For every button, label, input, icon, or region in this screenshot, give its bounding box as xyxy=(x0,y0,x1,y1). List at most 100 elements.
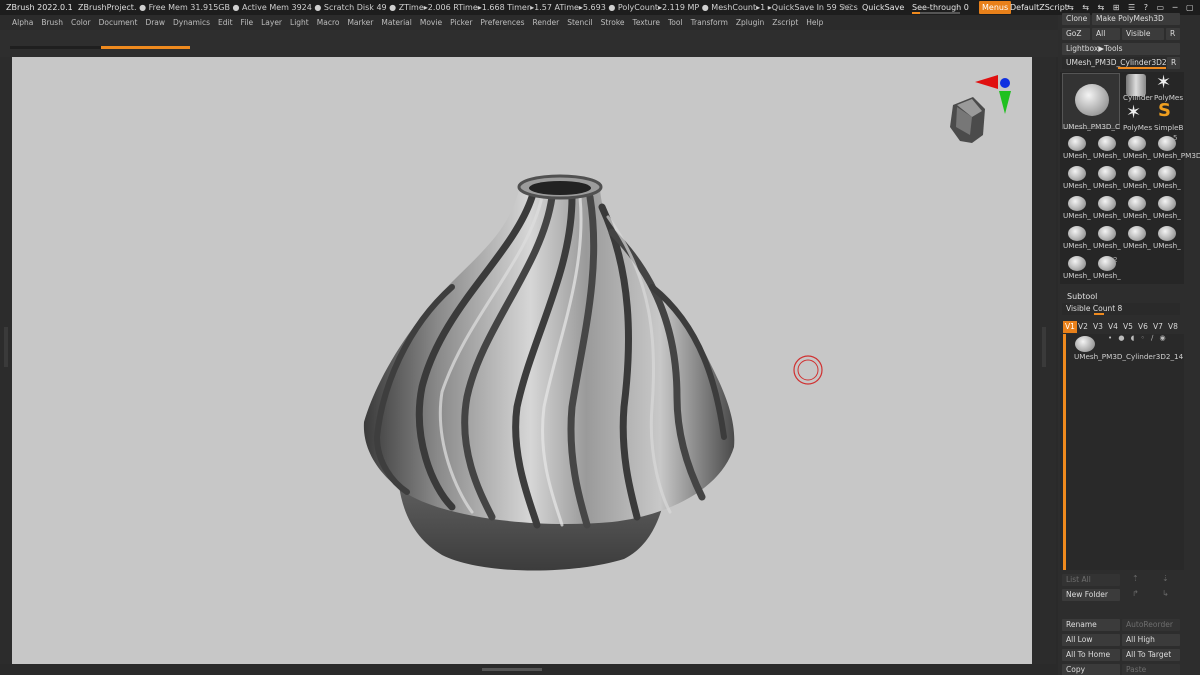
menu-edit[interactable]: Edit xyxy=(218,15,233,30)
quicksave-button[interactable]: QuickSave xyxy=(862,0,904,15)
tool-thumb[interactable]: UMesh_ xyxy=(1063,134,1092,163)
see-through-slider[interactable]: See-through 0 xyxy=(912,0,974,15)
menu-macro[interactable]: Macro xyxy=(317,15,340,30)
list-all-button[interactable]: List All xyxy=(1062,574,1120,586)
menu-brush[interactable]: Brush xyxy=(41,15,63,30)
autoreorder-button[interactable]: AutoReorder xyxy=(1122,619,1180,631)
left-tray[interactable] xyxy=(0,57,12,667)
menu-tool[interactable]: Tool xyxy=(668,15,683,30)
visible-tab-v3[interactable]: V3 xyxy=(1093,321,1103,333)
menu-render[interactable]: Render xyxy=(533,15,560,30)
visible-tab-v1[interactable]: V1 xyxy=(1063,321,1077,333)
star-icon[interactable]: ✶ xyxy=(1126,102,1141,123)
visible-tab-v6[interactable]: V6 xyxy=(1138,321,1148,333)
left-tray-grip[interactable] xyxy=(4,327,8,367)
menu-zscript[interactable]: Zscript xyxy=(772,15,798,30)
paste-button[interactable]: Paste xyxy=(1122,664,1180,675)
menu-texture[interactable]: Texture xyxy=(633,15,660,30)
all-to-home-button[interactable]: All To Home xyxy=(1062,649,1120,661)
visible-tab-v8[interactable]: V8 xyxy=(1168,321,1178,333)
menu-help[interactable]: Help xyxy=(806,15,823,30)
menu-picker[interactable]: Picker xyxy=(450,15,472,30)
tool-thumb[interactable]: UMesh_ xyxy=(1093,224,1122,253)
visible-tab-v4[interactable]: V4 xyxy=(1108,321,1118,333)
menu-preferences[interactable]: Preferences xyxy=(480,15,524,30)
menu-stencil[interactable]: Stencil xyxy=(567,15,592,30)
ac-button[interactable]: AC xyxy=(841,0,852,15)
lightbox-tools-button[interactable]: Lightbox▶Tools xyxy=(1062,43,1180,55)
gizmo-x-axis[interactable] xyxy=(975,75,998,89)
tool-thumb[interactable]: UMesh_ xyxy=(1093,134,1122,163)
menu-alpha[interactable]: Alpha xyxy=(12,15,33,30)
vase-model[interactable] xyxy=(363,174,735,571)
document-canvas[interactable] xyxy=(12,57,1032,664)
bottom-tray-grip[interactable] xyxy=(482,668,542,671)
rename-button[interactable]: Rename xyxy=(1062,619,1120,631)
move-up-icon[interactable]: ↱ xyxy=(1132,589,1139,598)
tool-thumb[interactable]: UMesh_ xyxy=(1093,254,1122,283)
visible-tab-v5[interactable]: V5 xyxy=(1123,321,1133,333)
star-icon[interactable]: ✶ xyxy=(1156,72,1171,93)
tool-thumb[interactable]: UMesh_ xyxy=(1123,134,1152,163)
tool-thumb[interactable]: UMesh_ xyxy=(1093,164,1122,193)
make-polymesh-button[interactable]: Make PolyMesh3D xyxy=(1092,13,1180,25)
right-tray[interactable] xyxy=(1032,57,1056,667)
all-to-target-button[interactable]: All To Target xyxy=(1122,649,1180,661)
simplebrush-icon[interactable]: S xyxy=(1158,100,1171,121)
menu-material[interactable]: Material xyxy=(381,15,411,30)
gizmo-y-axis[interactable] xyxy=(999,91,1011,114)
arrow-down-icon[interactable]: ⇣ xyxy=(1162,574,1169,583)
menu-layer[interactable]: Layer xyxy=(261,15,282,30)
goz-r-button[interactable]: R xyxy=(1166,28,1180,40)
menus-toggle[interactable]: Menus xyxy=(979,1,1012,14)
menu-stroke[interactable]: Stroke xyxy=(601,15,625,30)
menu-draw[interactable]: Draw xyxy=(145,15,165,30)
arrow-up-icon[interactable]: ⇡ xyxy=(1132,574,1139,583)
menu-color[interactable]: Color xyxy=(71,15,91,30)
tool-thumb[interactable]: UMesh_ xyxy=(1123,194,1152,223)
bottom-tray[interactable] xyxy=(0,664,1060,675)
goz-button[interactable]: GoZ xyxy=(1062,28,1090,40)
visible-tab-v7[interactable]: V7 xyxy=(1153,321,1163,333)
menu-file[interactable]: File xyxy=(241,15,254,30)
canvas-viewport[interactable] xyxy=(12,57,1032,664)
menu-movie[interactable]: Movie xyxy=(420,15,442,30)
tool-thumb[interactable]: UMesh_ xyxy=(1063,224,1092,253)
menu-document[interactable]: Document xyxy=(99,15,138,30)
subtool-item-name[interactable]: UMesh_PM3D_Cylinder3D2_14 xyxy=(1074,352,1183,361)
subtool-visibility-icons[interactable]: • ● ◖ ◦ ∕ ◉ xyxy=(1108,334,1168,342)
all-low-button[interactable]: All Low xyxy=(1062,634,1120,646)
new-folder-button[interactable]: New Folder xyxy=(1062,589,1120,601)
current-tool-r[interactable]: R xyxy=(1167,57,1180,69)
goz-visible-button[interactable]: Visible xyxy=(1122,28,1164,40)
move-down-icon[interactable]: ↳ xyxy=(1162,589,1169,598)
all-high-button[interactable]: All High xyxy=(1122,634,1180,646)
tool-thumb[interactable]: UMesh_ xyxy=(1153,224,1182,253)
menu-marker[interactable]: Marker xyxy=(347,15,373,30)
default-zscript-button[interactable]: DefaultZScript xyxy=(1010,0,1068,15)
menu-dynamics[interactable]: Dynamics xyxy=(173,15,210,30)
navigation-gizmo[interactable] xyxy=(950,75,1011,143)
subtool-list[interactable]: • ● ◖ ◦ ∕ ◉ UMesh_PM3D_Cylinder3D2_14 xyxy=(1060,334,1184,570)
see-through-track[interactable] xyxy=(912,12,960,14)
right-tray-grip[interactable] xyxy=(1042,327,1046,367)
goz-all-button[interactable]: All xyxy=(1092,28,1120,40)
tool-thumb[interactable]: UMesh_ xyxy=(1063,164,1092,193)
menu-transform[interactable]: Transform xyxy=(691,15,728,30)
tool-thumb[interactable]: UMesh_ xyxy=(1063,254,1092,283)
visible-tab-v2[interactable]: V2 xyxy=(1078,321,1088,333)
visible-count-slider[interactable]: Visible Count 8 xyxy=(1062,303,1180,315)
gizmo-z-axis[interactable] xyxy=(1000,78,1010,88)
tool-slider-fill[interactable] xyxy=(1118,67,1166,69)
tool-thumb[interactable]: UMesh_ xyxy=(1153,164,1182,193)
menu-light[interactable]: Light xyxy=(290,15,309,30)
active-tool-thumb[interactable] xyxy=(1062,73,1120,129)
subtool-list-scrollbar[interactable] xyxy=(1063,334,1066,570)
clone-button[interactable]: Clone xyxy=(1062,13,1090,25)
tool-thumb[interactable]: UMesh_ xyxy=(1123,164,1152,193)
menu-zplugin[interactable]: Zplugin xyxy=(736,15,764,30)
tool-thumb[interactable]: UMesh_ xyxy=(1063,194,1092,223)
tool-thumb[interactable]: UMesh_ xyxy=(1153,194,1182,223)
copy-button[interactable]: Copy xyxy=(1062,664,1120,675)
tool-thumb[interactable]: UMesh_ xyxy=(1093,194,1122,223)
